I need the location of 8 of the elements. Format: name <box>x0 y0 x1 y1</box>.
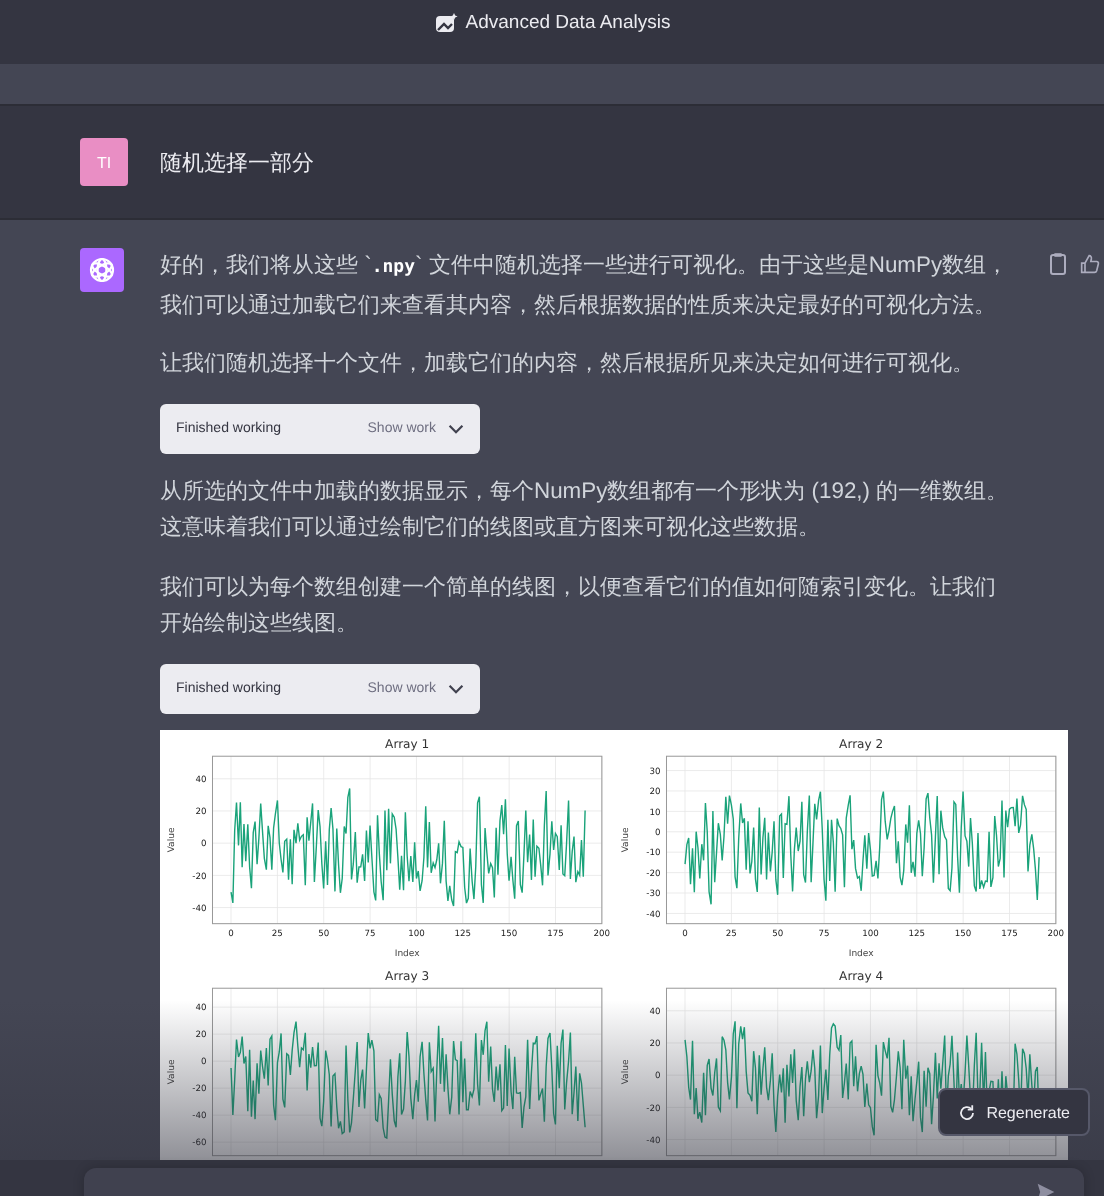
model-title: Advanced Data Analysis <box>465 12 671 34</box>
message-paragraph: 让我们随机选择十个文件，加载它们的内容，然后根据所见来决定如何进行可视化。 <box>160 349 976 380</box>
regenerate-button[interactable]: Regenerate <box>938 1088 1090 1136</box>
message-paragraph: 我们可以为每个数组创建一个简单的线图，以便查看它们的值如何随索引变化。让我们开始绘制这些线图。 <box>160 573 998 640</box>
message-paragraph: 好的，我们将从这些 `.npy` 文件中随机选择一些进行可视化。由于这些是NumPy数组，我们可以通过加载它们来查看其内容，然后根据数据的性质来决定最好的可视化方法。 <box>160 251 1010 321</box>
user-message: 随机选择一部分 <box>160 149 314 177</box>
message-paragraph: 从所选的文件中加载的数据显示，每个NumPy数组都有一个形状为 (192,) 的一维数组。这意味着我们可以通过绘制它们的线图或直方图来可视化这些数据。 <box>160 477 1010 544</box>
user-avatar: TI <box>80 138 128 186</box>
